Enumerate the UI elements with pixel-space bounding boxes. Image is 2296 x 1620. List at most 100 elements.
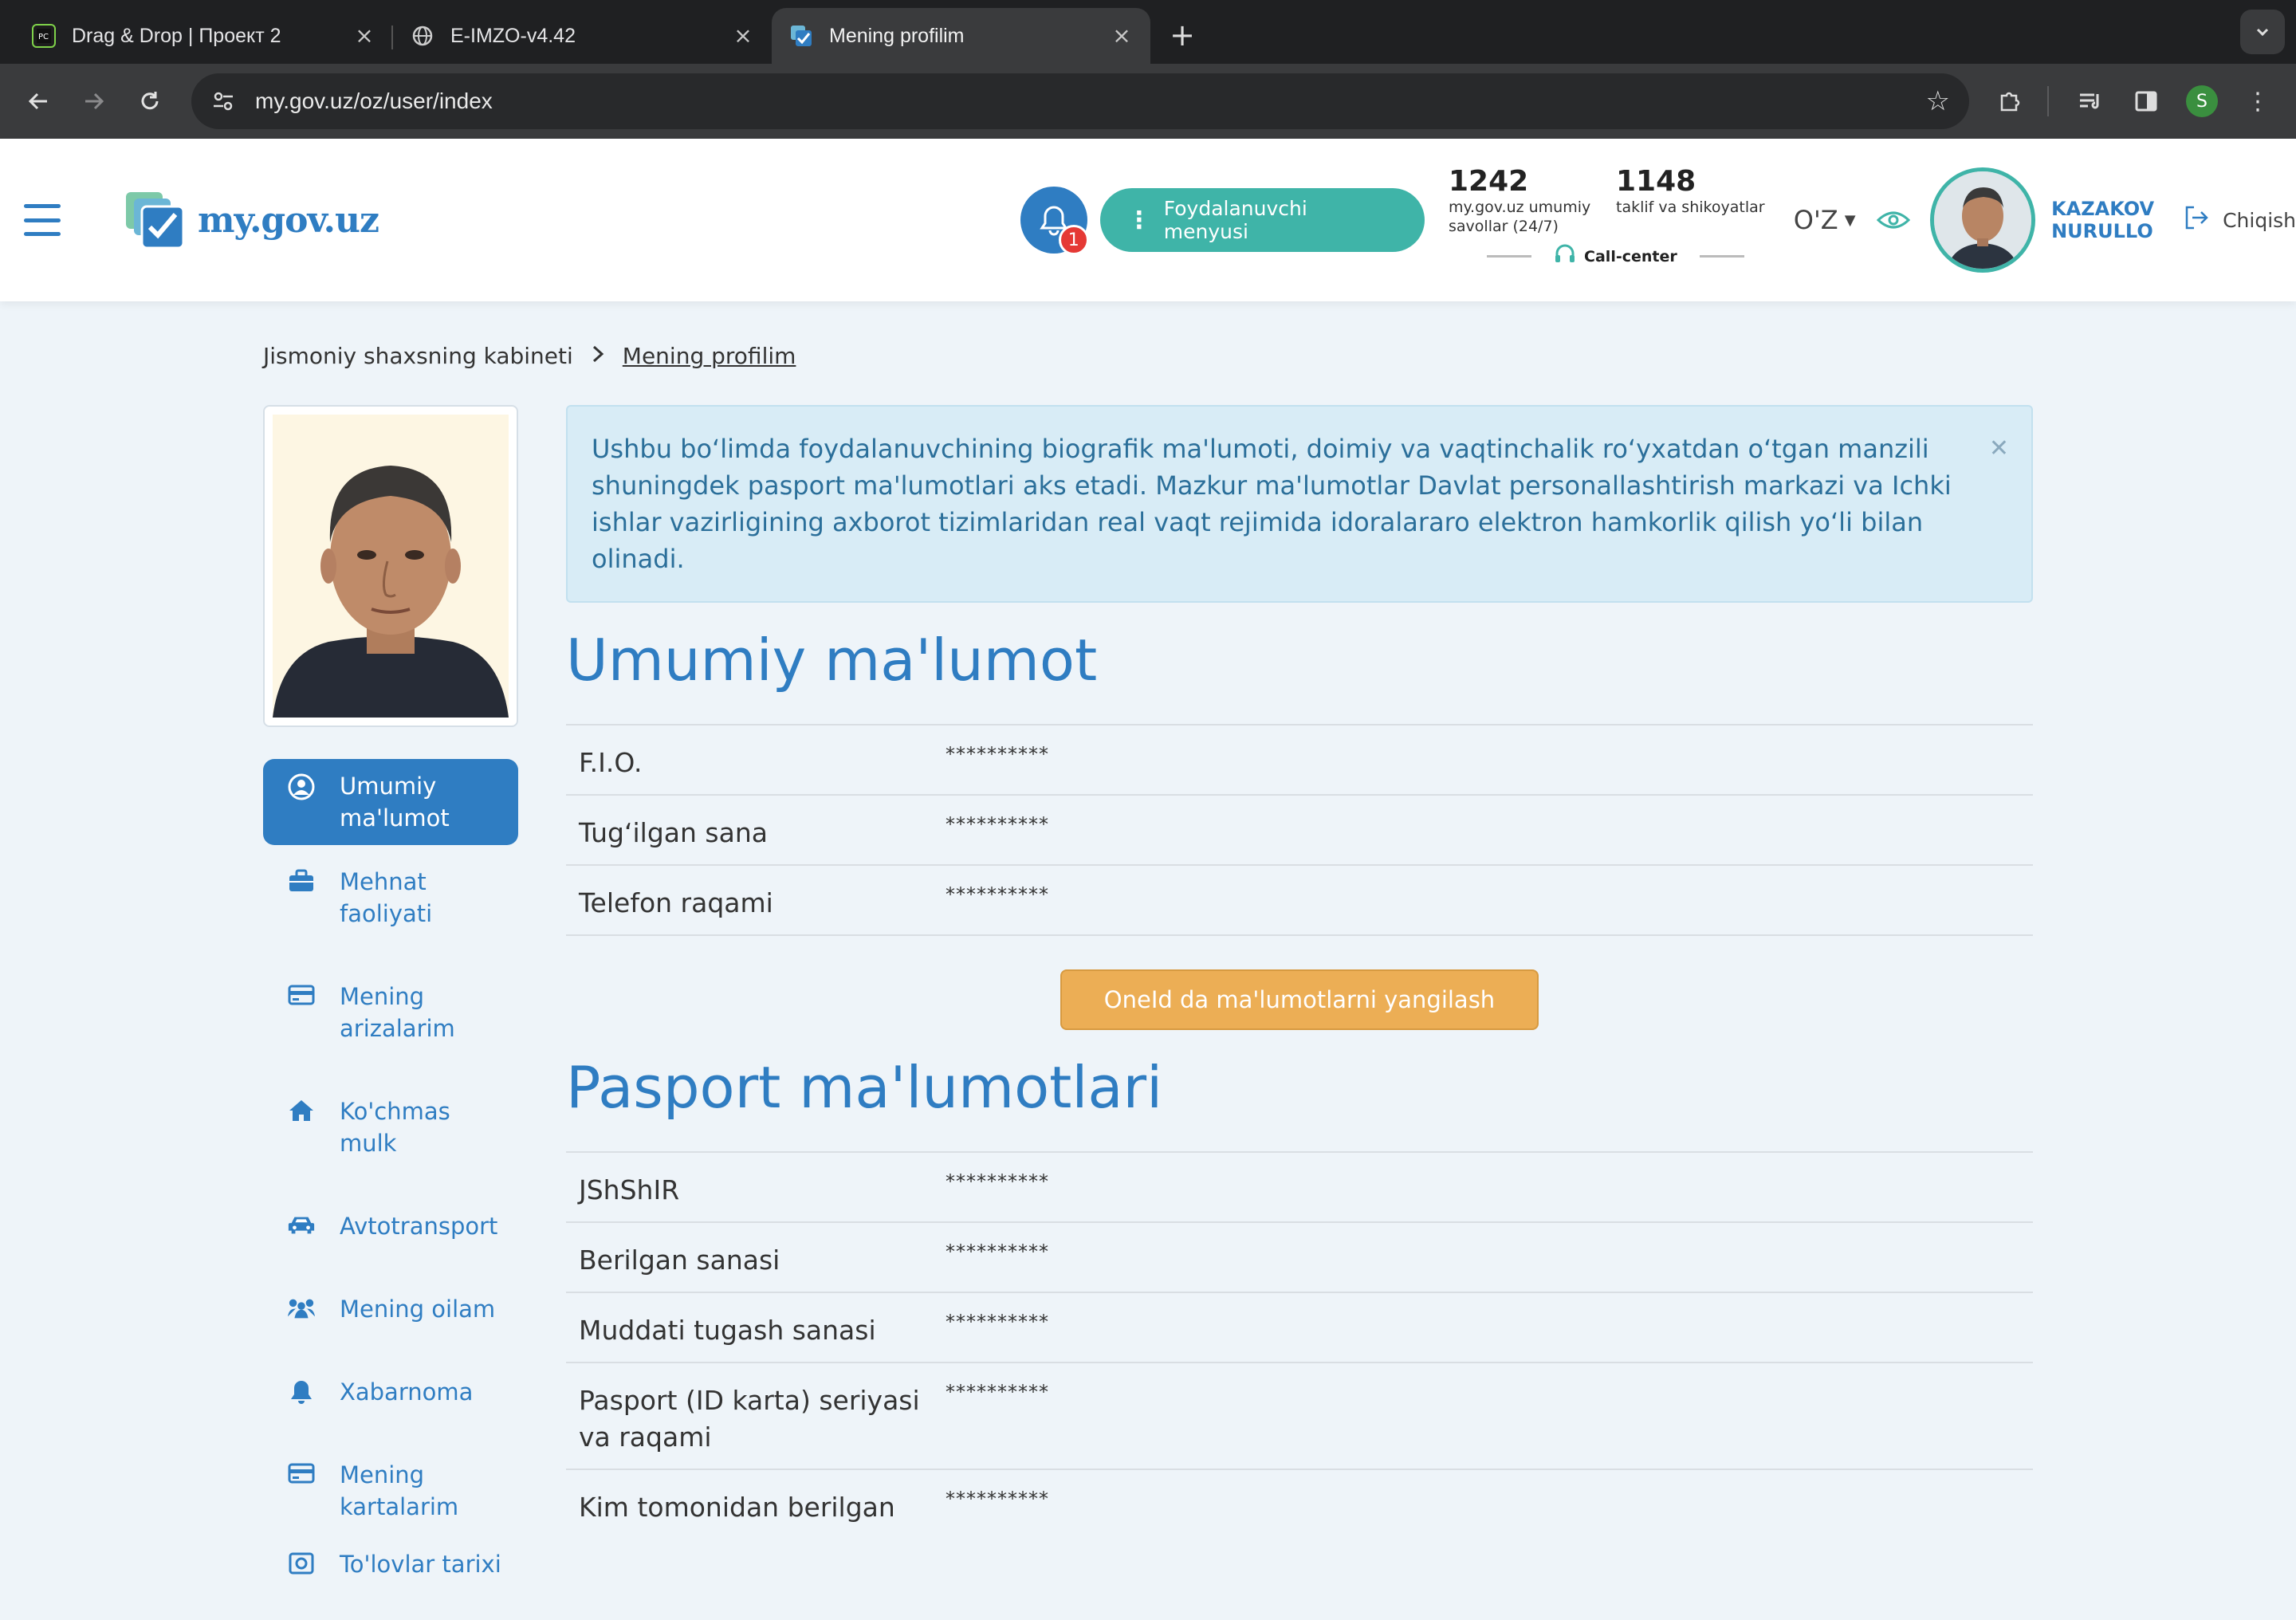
hamburger-menu-icon[interactable] bbox=[24, 204, 61, 236]
logout-button[interactable]: Chiqish bbox=[2183, 204, 2296, 236]
new-tab-button[interactable]: + bbox=[1160, 13, 1205, 57]
sidebar-item-label: Mehnat faoliyati bbox=[340, 868, 433, 927]
browser-tab-strip: PC Drag & Drop | Проект 2 × E-IMZO-v4.42… bbox=[0, 0, 2296, 64]
breadcrumb-current[interactable]: Mening profilim bbox=[623, 343, 796, 369]
row-label: Pasport (ID karta) seriyasi va raqami bbox=[579, 1385, 920, 1453]
browser-toolbar: my.gov.uz/oz/user/index ☆ S ⋮ bbox=[0, 64, 2296, 139]
section-title-passport: Pasport ma'lumotlari bbox=[566, 1054, 1163, 1121]
site-logo[interactable]: my.gov.uz bbox=[124, 191, 379, 250]
table-row: Kim tomonidan berilgan ********** bbox=[566, 1469, 2033, 1539]
user-menu-label: Foydalanuvchi menyusi bbox=[1163, 197, 1307, 243]
logout-label: Chiqish bbox=[2223, 208, 2296, 232]
browser-tab-active[interactable]: Mening profilim × bbox=[772, 8, 1150, 64]
back-button[interactable] bbox=[13, 76, 64, 127]
stat-label: taklif va shikoyatlar bbox=[1616, 199, 1765, 216]
row-label: F.I.O. bbox=[579, 747, 643, 778]
logo-checkbox-icon bbox=[124, 191, 187, 250]
sidebar-item-family[interactable]: Mening oilam bbox=[263, 1282, 518, 1336]
browser-tab[interactable]: PC Drag & Drop | Проект 2 × bbox=[14, 8, 393, 64]
sidebar-item-cards[interactable]: Mening kartalarim bbox=[263, 1448, 518, 1534]
user-circle-icon bbox=[287, 773, 316, 800]
user-first-name: NURULLO bbox=[2051, 220, 2153, 242]
notice-text: Ushbu bo‘limda foydalanuvchining biograf… bbox=[592, 434, 1952, 574]
home-icon bbox=[287, 1099, 316, 1123]
arrow-left-icon bbox=[28, 92, 47, 110]
sidebar-item-general-info[interactable]: Umumiy ma'lumot bbox=[263, 759, 518, 845]
site-info-icon[interactable] bbox=[210, 88, 236, 114]
sidebar-item-applications[interactable]: Mening arizalarim bbox=[263, 969, 518, 1056]
row-value: ********** bbox=[946, 813, 1049, 836]
close-icon[interactable]: ✕ bbox=[1989, 431, 2009, 467]
accessibility-eye-icon[interactable] bbox=[1877, 202, 1912, 238]
sidebar-item-vehicles[interactable]: Avtotransport bbox=[263, 1199, 518, 1253]
row-value: ********** bbox=[946, 1311, 1049, 1333]
sidebar-item-label: Mening oilam bbox=[340, 1296, 496, 1323]
sidebar-item-label: Mening arizalarim bbox=[340, 983, 455, 1042]
table-row: JShShIR ********** bbox=[566, 1151, 2033, 1221]
profile-photo bbox=[273, 415, 509, 718]
tab-title: Drag & Drop | Проект 2 bbox=[72, 24, 281, 47]
logo-text: my.gov.uz bbox=[198, 199, 379, 241]
stat-complaints: 1148 taklif va shikoyatlar bbox=[1616, 165, 1783, 217]
bell-icon bbox=[287, 1379, 316, 1405]
media-control-icon[interactable] bbox=[2065, 76, 2116, 127]
tab-search-button[interactable] bbox=[2240, 10, 2285, 54]
row-label: Tug‘ilgan sana bbox=[579, 817, 768, 848]
address-bar[interactable]: my.gov.uz/oz/user/index ☆ bbox=[191, 73, 1969, 129]
globe-icon bbox=[411, 24, 434, 48]
tab-title: Mening profilim bbox=[829, 24, 965, 47]
row-value: ********** bbox=[946, 1241, 1049, 1263]
stat-number: 1148 bbox=[1616, 165, 1696, 198]
logout-icon bbox=[2183, 204, 2210, 236]
browser-tab[interactable]: E-IMZO-v4.42 × bbox=[393, 8, 772, 64]
close-icon[interactable]: × bbox=[732, 25, 754, 47]
bookmark-star-icon[interactable]: ☆ bbox=[1926, 85, 1950, 117]
notifications-button[interactable]: 1 bbox=[1020, 187, 1089, 255]
close-icon[interactable]: × bbox=[353, 25, 375, 47]
oneid-update-button[interactable]: OneId da ma'lumotlarni yangilash bbox=[1060, 969, 1539, 1030]
sidebar-item-work-activity[interactable]: Mehnat faoliyati bbox=[263, 855, 518, 941]
notification-badge: 1 bbox=[1058, 225, 1089, 255]
call-center-link[interactable]: Call-center bbox=[1449, 243, 1783, 269]
passport-info-table: JShShIR ********** Berilgan sanasi *****… bbox=[566, 1151, 2033, 1539]
kebab-icon: ⋮ bbox=[1126, 206, 1151, 234]
avatar[interactable] bbox=[1930, 167, 2036, 273]
row-label: Berilgan sanasi bbox=[579, 1244, 780, 1276]
reload-icon bbox=[141, 92, 159, 110]
briefcase-icon bbox=[287, 869, 316, 893]
row-label: Muddati tugash sanasi bbox=[579, 1315, 876, 1346]
row-value: ********** bbox=[946, 1488, 1049, 1510]
stat-number: 1242 bbox=[1449, 165, 1529, 198]
car-icon bbox=[287, 1213, 316, 1237]
url-text: my.gov.uz/oz/user/index bbox=[255, 88, 493, 113]
breadcrumb-root[interactable]: Jismoniy shaxsning kabineti bbox=[263, 343, 573, 369]
forward-button[interactable] bbox=[69, 76, 120, 127]
table-row: Tug‘ilgan sana ********** bbox=[566, 794, 2033, 864]
sidebar-item-label: Avtotransport bbox=[340, 1213, 498, 1240]
tab-title: E-IMZO-v4.42 bbox=[450, 24, 576, 47]
sidebar-item-payment-history[interactable]: To'lovlar tarixi bbox=[263, 1537, 518, 1591]
sidebar-item-real-estate[interactable]: Ko'chmas mulk bbox=[263, 1084, 518, 1170]
user-menu-button[interactable]: ⋮ Foydalanuvchi menyusi bbox=[1099, 188, 1425, 252]
close-icon[interactable]: × bbox=[1111, 25, 1133, 47]
sidebar-item-notifications[interactable]: Xabarnoma bbox=[263, 1365, 518, 1419]
user-name[interactable]: KAZAKOV NURULLO bbox=[2051, 198, 2154, 242]
reload-button[interactable] bbox=[124, 76, 175, 127]
family-icon bbox=[287, 1296, 316, 1320]
headphones-icon bbox=[1554, 243, 1576, 269]
caret-down-icon: ▼ bbox=[1844, 211, 1856, 229]
pycharm-icon: PC bbox=[32, 24, 56, 48]
sidebar-menu: Umumiy ma'lumot Mehnat faoliyati Mening … bbox=[263, 759, 518, 1620]
table-row: Pasport (ID karta) seriyasi va raqami **… bbox=[566, 1362, 2033, 1469]
table-row: Telefon raqami ********** bbox=[566, 864, 2033, 934]
side-panel-icon[interactable] bbox=[2121, 76, 2172, 127]
extensions-icon[interactable] bbox=[1985, 76, 2036, 127]
profile-avatar[interactable]: S bbox=[2176, 76, 2227, 127]
site-header: my.gov.uz 1 ⋮ Foydalanuvchi menyusi 1242… bbox=[0, 139, 2296, 301]
sidebar-item-label: Xabarnoma bbox=[340, 1378, 474, 1406]
svg-text:PC: PC bbox=[38, 33, 49, 41]
more-menu-icon[interactable]: ⋮ bbox=[2232, 76, 2283, 127]
language-selector[interactable]: O'Z ▼ bbox=[1794, 205, 1856, 235]
chevron-down-icon bbox=[2256, 28, 2269, 37]
section-title-general: Umumiy ma'lumot bbox=[566, 627, 1098, 694]
